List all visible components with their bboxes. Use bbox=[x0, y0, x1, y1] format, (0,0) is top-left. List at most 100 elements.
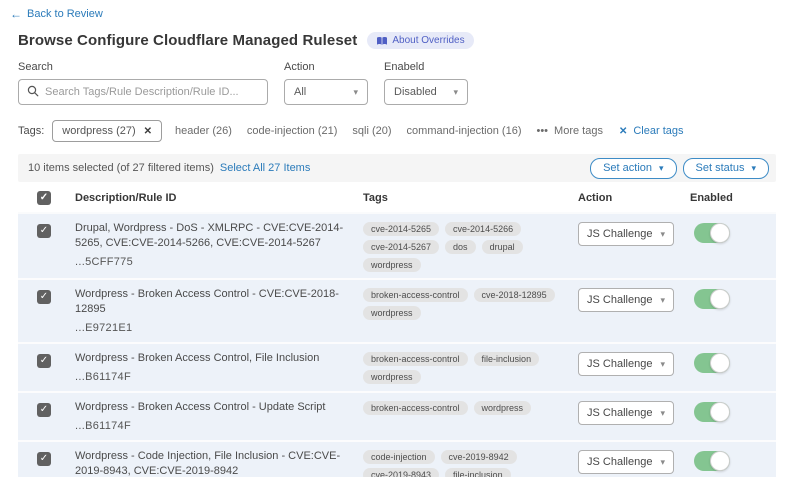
rule-tags: code-injectioncve-2019-8942cve-2019-8943… bbox=[363, 450, 578, 477]
tag-chip: wordpress bbox=[363, 370, 421, 384]
action-filter-label: Action bbox=[284, 61, 368, 73]
rule-tags: cve-2014-5265 cve-2014-5266 cve-2014-5267 d… bbox=[363, 222, 578, 272]
table-header-row: ✓ Description/Rule ID Tags Action Enable… bbox=[18, 184, 776, 214]
tag-chip: cve-2014-5265 bbox=[363, 222, 439, 236]
tag-chip: wordpress bbox=[363, 258, 421, 272]
row-checkbox[interactable]: ✓ bbox=[37, 290, 51, 304]
rules-table-body: ✓ Drupal, Wordpress - DoS - XMLRPC - CVE… bbox=[18, 214, 776, 477]
chevron-down-icon: ▾ bbox=[353, 87, 358, 98]
filters: Search Action All ▾ Enabeld Disable bbox=[18, 61, 776, 105]
table-row: ✓ Wordpress - Code Injection, File Inclu… bbox=[18, 442, 776, 477]
page: ← Back to Review Browse Configure Cloudf… bbox=[0, 0, 794, 477]
rule-action-select[interactable]: JS Challenge ▾ bbox=[578, 288, 674, 312]
rule-description: Wordpress - Broken Access Control - Upda… bbox=[75, 400, 347, 415]
tag-chip: wordpress bbox=[474, 401, 532, 415]
rule-action-select[interactable]: JS Challenge ▾ bbox=[578, 352, 674, 376]
rule-action-select[interactable]: JS Challenge ▾ bbox=[578, 450, 674, 474]
row-checkbox[interactable]: ✓ bbox=[37, 403, 51, 417]
select-all-checkbox[interactable]: ✓ bbox=[37, 191, 51, 205]
tag-chip: code-injection bbox=[363, 450, 435, 464]
chevron-down-icon: ▾ bbox=[751, 163, 756, 174]
toggle-knob bbox=[710, 223, 730, 243]
more-tags-button[interactable]: ••• More tags bbox=[536, 125, 602, 137]
enabled-toggle[interactable] bbox=[694, 353, 730, 373]
tag-option[interactable]: code-injection (21) bbox=[247, 125, 338, 137]
more-tags-label: More tags bbox=[554, 125, 603, 137]
remove-tag-icon[interactable]: ✕ bbox=[144, 126, 152, 137]
tag-chip: broken-access-control bbox=[363, 352, 468, 366]
selection-bar: 10 items selected (of 27 filtered items)… bbox=[18, 154, 776, 182]
tag-chip: cve-2014-5266 bbox=[445, 222, 521, 236]
rule-description: Drupal, Wordpress - DoS - XMLRPC - CVE:C… bbox=[75, 221, 347, 251]
toggle-knob bbox=[710, 353, 730, 373]
rule-description: Wordpress - Code Injection, File Inclusi… bbox=[75, 449, 347, 477]
search-box[interactable] bbox=[18, 79, 268, 105]
toggle-knob bbox=[710, 402, 730, 422]
tag-chip: cve-2018-12895 bbox=[474, 288, 555, 302]
chevron-down-icon: ▾ bbox=[660, 408, 665, 419]
selection-summary: 10 items selected (of 27 filtered items) bbox=[28, 162, 214, 174]
toggle-knob bbox=[710, 451, 730, 471]
title-row: Browse Configure Cloudflare Managed Rule… bbox=[18, 32, 776, 49]
tag-option[interactable]: command-injection (16) bbox=[407, 125, 522, 137]
set-action-button[interactable]: Set action ▾ bbox=[590, 158, 676, 179]
rule-description: Wordpress - Broken Access Control - CVE:… bbox=[75, 287, 347, 317]
rule-action-value: JS Challenge bbox=[587, 407, 652, 419]
column-header-tags: Tags bbox=[363, 192, 578, 204]
tag-chip: wordpress bbox=[363, 306, 421, 320]
row-checkbox[interactable]: ✓ bbox=[37, 354, 51, 368]
tag-chip: broken-access-control bbox=[363, 288, 468, 302]
action-filter-select[interactable]: All ▾ bbox=[284, 79, 368, 105]
tag-options: header (26) code-injection (21) sqli (20) c… bbox=[175, 125, 521, 137]
tag-chip: file-inclusion bbox=[445, 468, 511, 477]
table-row: ✓ Drupal, Wordpress - DoS - XMLRPC - CVE… bbox=[18, 214, 776, 280]
selected-tag-chip[interactable]: wordpress (27) ✕ bbox=[52, 120, 162, 142]
rule-tags: broken-access-control cve-2018-12895 wordp… bbox=[363, 288, 578, 320]
tag-option[interactable]: sqli (20) bbox=[352, 125, 391, 137]
select-all-link[interactable]: Select All 27 Items bbox=[220, 162, 311, 174]
tag-chip: drupal bbox=[482, 240, 523, 254]
rule-action-select[interactable]: JS Challenge ▾ bbox=[578, 222, 674, 246]
rule-action-value: JS Challenge bbox=[587, 294, 652, 306]
enabled-toggle[interactable] bbox=[694, 402, 730, 422]
rule-id: ...E9721E1 bbox=[75, 321, 347, 336]
page-title: Browse Configure Cloudflare Managed Rule… bbox=[18, 32, 357, 49]
enabled-toggle[interactable] bbox=[694, 451, 730, 471]
rule-id: ...B61174F bbox=[75, 419, 347, 434]
tag-chip: cve-2014-5267 bbox=[363, 240, 439, 254]
badge-label: About Overrides bbox=[392, 35, 464, 46]
enabled-toggle[interactable] bbox=[694, 289, 730, 309]
search-icon bbox=[27, 85, 39, 100]
rule-action-value: JS Challenge bbox=[587, 228, 652, 240]
tag-chip: broken-access-control bbox=[363, 401, 468, 415]
about-overrides-badge[interactable]: About Overrides bbox=[367, 32, 473, 49]
clear-tags-button[interactable]: ✕ Clear tags bbox=[619, 125, 684, 137]
chevron-down-icon: ▾ bbox=[659, 163, 664, 174]
tag-option[interactable]: header (26) bbox=[175, 125, 232, 137]
row-checkbox[interactable]: ✓ bbox=[37, 224, 51, 238]
enabled-toggle[interactable] bbox=[694, 223, 730, 243]
set-action-label: Set action bbox=[603, 162, 652, 174]
row-checkbox[interactable]: ✓ bbox=[37, 452, 51, 466]
rule-action-value: JS Challenge bbox=[587, 456, 652, 468]
back-link-label: Back to Review bbox=[27, 8, 103, 20]
chevron-down-icon: ▾ bbox=[660, 295, 665, 306]
chevron-down-icon: ▾ bbox=[453, 87, 458, 98]
ellipsis-icon: ••• bbox=[536, 125, 548, 137]
chevron-down-icon: ▾ bbox=[660, 229, 665, 240]
search-input[interactable] bbox=[45, 86, 259, 98]
table-row: ✓ Wordpress - Broken Access Control - Up… bbox=[18, 393, 776, 442]
rule-id: ...B61174F bbox=[75, 370, 347, 385]
rule-action-select[interactable]: JS Challenge ▾ bbox=[578, 401, 674, 425]
close-icon: ✕ bbox=[619, 126, 627, 137]
back-to-review-link[interactable]: ← Back to Review bbox=[10, 8, 103, 20]
search-label: Search bbox=[18, 61, 268, 73]
enabled-filter-select[interactable]: Disabled ▾ bbox=[384, 79, 468, 105]
chevron-down-icon: ▾ bbox=[660, 359, 665, 370]
set-status-button[interactable]: Set status ▾ bbox=[683, 158, 769, 179]
clear-tags-label: Clear tags bbox=[633, 125, 683, 137]
column-header-description: Description/Rule ID bbox=[75, 192, 363, 204]
tags-bar: Tags: wordpress (27) ✕ header (26)code-i… bbox=[18, 120, 776, 142]
toggle-knob bbox=[710, 289, 730, 309]
chevron-down-icon: ▾ bbox=[660, 457, 665, 468]
